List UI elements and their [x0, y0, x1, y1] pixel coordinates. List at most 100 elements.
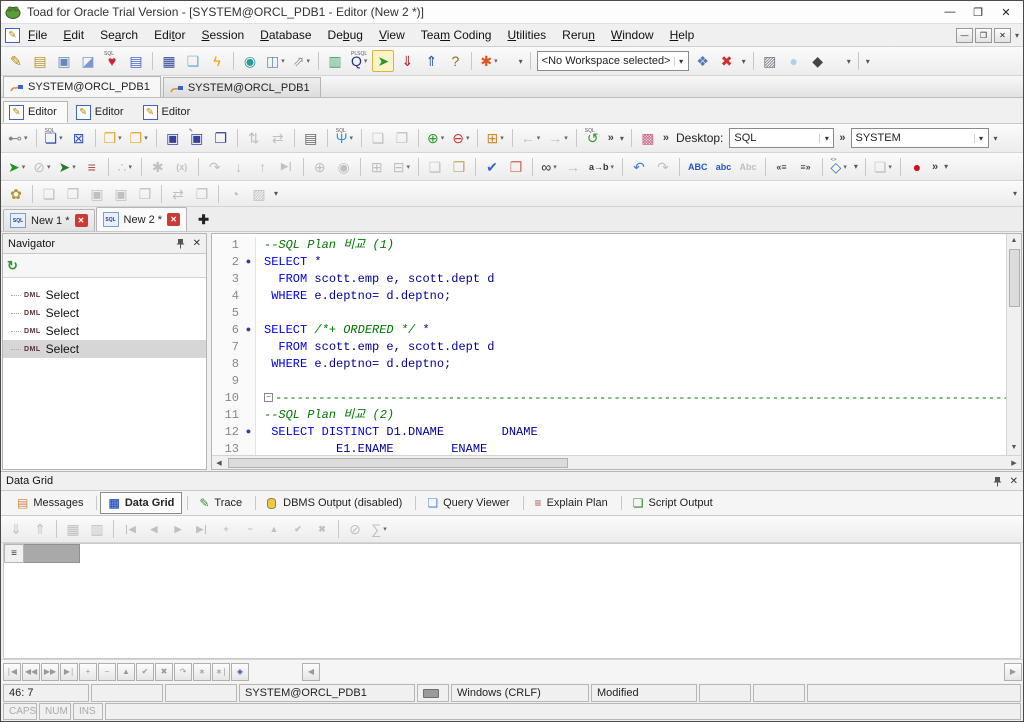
chevron-down-icon[interactable]: ▾: [22, 163, 26, 171]
chevron-down-icon[interactable]: ▾: [553, 163, 557, 171]
desktop-panels-icon[interactable]: ▩: [637, 127, 659, 149]
navigator-close-icon[interactable]: ✕: [193, 238, 201, 249]
chevron-down-icon[interactable]: ▾: [500, 134, 504, 142]
chevron-down-icon[interactable]: ▾: [72, 163, 76, 171]
format-code-icon[interactable]: <>◇▾: [828, 156, 850, 178]
schema-browser-icon[interactable]: ▤: [29, 50, 51, 72]
execute-statement-icon[interactable]: ➤▾: [5, 156, 28, 178]
connection-tab[interactable]: SYSTEM@ORCL_PDB1: [163, 77, 321, 97]
code-area[interactable]: 1--SQL Plan 비교 (1)2●SELECT *3 FROM scott…: [212, 234, 1006, 455]
chevron-down-icon[interactable]: ▾: [611, 163, 615, 171]
editor-tab[interactable]: ✎Editor: [3, 101, 68, 123]
desktop-chevron[interactable]: »: [663, 132, 669, 144]
vertical-scrollbar[interactable]: ▲ ▼: [1006, 234, 1021, 455]
reopen-file-icon[interactable]: ❐▾: [127, 127, 151, 149]
feedback-icon[interactable]: ●: [783, 50, 805, 72]
code-snippets-icon[interactable]: ❏: [182, 50, 204, 72]
pin-icon[interactable]: [993, 476, 1002, 487]
plsql-profiler-icon[interactable]: PLSQLQ▾: [348, 50, 370, 72]
save-as-icon[interactable]: ✎▣: [186, 127, 208, 149]
close-button[interactable]: ✕: [999, 6, 1013, 19]
menu-edit[interactable]: Edit: [55, 26, 92, 44]
scroll-left-icon[interactable]: ◀: [212, 459, 226, 467]
workspace-combo[interactable]: <No Workspace selected>▾: [537, 51, 689, 71]
horizontal-scroll-thumb[interactable]: [228, 458, 568, 468]
record-nav-button[interactable]: ◀◀: [22, 663, 40, 681]
chevron-down-icon[interactable]: ▾: [537, 134, 541, 142]
close-tab-icon[interactable]: ✕: [75, 214, 88, 227]
chevron-down-icon[interactable]: ▾: [306, 57, 310, 65]
menu-search[interactable]: Search: [92, 26, 146, 44]
tree-item-dml-select[interactable]: DMLSelect: [3, 286, 206, 304]
results-tab-explain-plan[interactable]: ≡Explain Plan: [527, 492, 616, 514]
results-tab-trace[interactable]: ✎Trace: [191, 492, 250, 514]
vcs-help-icon[interactable]: ?: [444, 50, 466, 72]
insert-statement-icon[interactable]: ⊞▾: [483, 127, 506, 149]
menu-help[interactable]: Help: [662, 26, 703, 44]
undo-icon[interactable]: ↶: [628, 156, 650, 178]
lowercase-icon[interactable]: abc: [713, 156, 735, 178]
mdi-minimize-button[interactable]: —: [956, 28, 973, 43]
execute-icon[interactable]: ➤: [372, 50, 394, 72]
results-tab-dbms-output-disabled-[interactable]: DBMS Output (disabled): [259, 493, 410, 513]
data-grid-area[interactable]: ≡: [3, 543, 1021, 659]
chevron-down-icon[interactable]: ▾: [888, 163, 892, 171]
toolbar-options-caret[interactable]: ▾: [866, 57, 870, 66]
menu-editor[interactable]: Editor: [146, 26, 193, 44]
remove-item-icon[interactable]: ⊖▾: [449, 127, 472, 149]
record-nav-button[interactable]: ◈: [231, 663, 249, 681]
schema-combo[interactable]: SYSTEM▾: [851, 128, 989, 148]
chevron-down-icon[interactable]: ▾: [441, 134, 445, 142]
scroll-right-icon[interactable]: ▶: [1007, 459, 1021, 467]
report-icon[interactable]: ▨: [759, 50, 781, 72]
connect-icon[interactable]: ⊷▾: [5, 127, 31, 149]
mdi-overflow-caret[interactable]: ▾: [1015, 31, 1019, 40]
tree-item-dml-select[interactable]: DMLSelect: [3, 340, 206, 358]
menu-debug[interactable]: Debug: [320, 26, 371, 44]
object-search-icon[interactable]: ◉: [239, 50, 261, 72]
menu-window[interactable]: Window: [603, 26, 662, 44]
desktop-more-chevron[interactable]: »: [839, 132, 845, 144]
panel-collapse-caret[interactable]: ▾: [1013, 189, 1017, 198]
editor-tab[interactable]: ✎Editor: [137, 101, 202, 123]
file-toolbar-chevron[interactable]: »: [608, 132, 614, 144]
execute-script-icon[interactable]: ➤▾: [56, 156, 79, 178]
toolbar-overflow-caret[interactable]: ▾: [519, 57, 523, 66]
document-tab[interactable]: SQLNew 2 *✕: [96, 207, 188, 231]
chevron-down-icon[interactable]: ▾: [47, 163, 51, 171]
fold-collapse-icon[interactable]: −: [264, 393, 273, 402]
window-bar-icon[interactable]: ◫▾: [263, 50, 288, 72]
replace-icon[interactable]: a→b▾: [586, 156, 617, 178]
optimize-sql-icon[interactable]: SQLΨ▾: [333, 127, 356, 149]
team-coding-config-icon[interactable]: ▥: [324, 50, 346, 72]
record-nav-button[interactable]: ∗: [193, 663, 211, 681]
workspace-caret[interactable]: ▾: [742, 57, 746, 66]
remove-workspace-icon[interactable]: ✖: [716, 50, 738, 72]
grid-scroll-left-icon[interactable]: ◀: [302, 663, 320, 681]
schema-caret[interactable]: ▾: [994, 134, 998, 143]
describe-objects-icon[interactable]: ▤: [125, 50, 147, 72]
menu-team-coding[interactable]: Team Coding: [413, 26, 500, 44]
open-external-icon[interactable]: ⇗▾: [290, 50, 313, 72]
results-tab-messages[interactable]: ▤Messages: [9, 492, 91, 514]
sql-recall-icon[interactable]: SQL↺: [582, 127, 604, 149]
tree-item-dml-select[interactable]: DMLSelect: [3, 322, 206, 340]
session-browser-icon[interactable]: ▣: [53, 50, 75, 72]
results-close-icon[interactable]: ✕: [1010, 476, 1018, 487]
record-nav-button[interactable]: ▶∣: [60, 663, 78, 681]
chevron-down-icon[interactable]: ▾: [494, 57, 498, 65]
misc-toolbar-caret[interactable]: ▾: [274, 189, 278, 198]
results-tab-query-viewer[interactable]: ❏Query Viewer: [419, 492, 517, 514]
automation-designer-icon[interactable]: ϟ: [206, 50, 228, 72]
editor-tab[interactable]: ✎Editor: [70, 101, 135, 123]
syntax-check-icon[interactable]: ✔: [481, 156, 503, 178]
chevron-down-icon[interactable]: ▾: [118, 134, 122, 142]
results-tab-script-output[interactable]: ❏Script Output: [625, 492, 721, 514]
menu-rerun[interactable]: Rerun: [554, 26, 603, 44]
new-document-icon[interactable]: SQL❏▾: [42, 127, 66, 149]
uppercase-icon[interactable]: ABC: [685, 156, 711, 178]
desktop-combo[interactable]: SQL▾: [729, 128, 834, 148]
record-nav-button[interactable]: ∣◀: [3, 663, 21, 681]
menu-file[interactable]: File: [20, 26, 55, 44]
explain-plan-button-icon[interactable]: ≡: [81, 156, 103, 178]
